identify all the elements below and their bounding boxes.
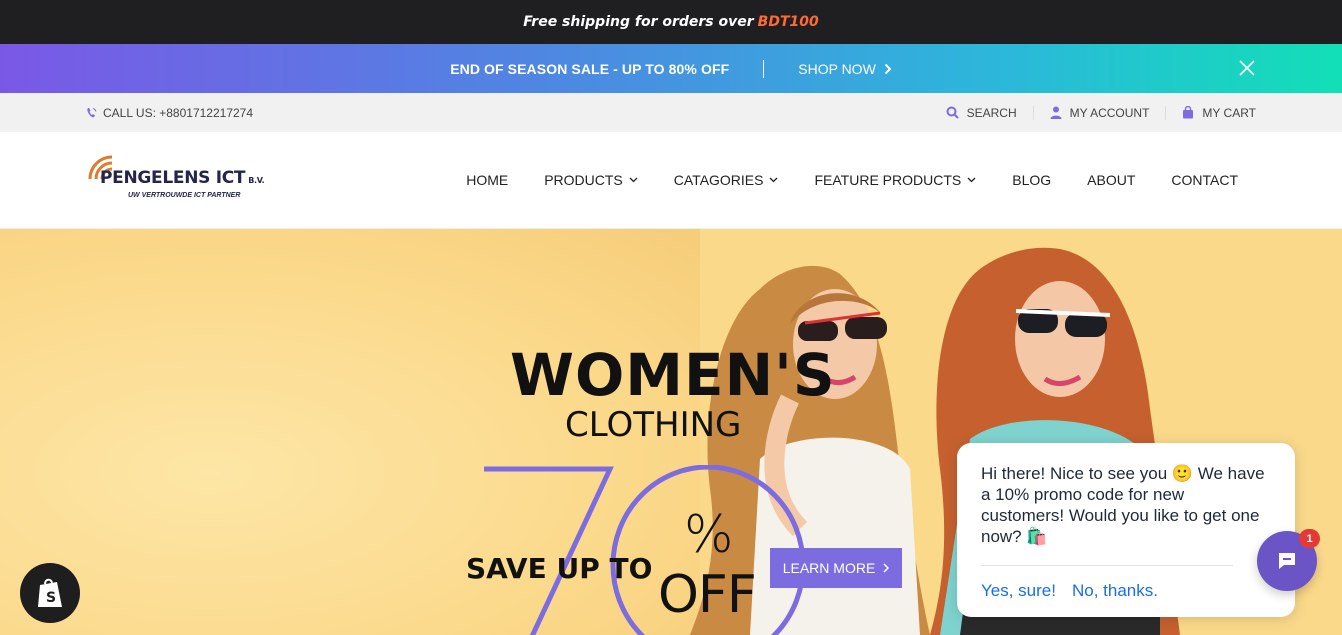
chevron-right-icon [883,563,890,573]
call-us-text: CALL US: +8801712217274 [103,105,254,120]
hero-off: OFF [658,565,757,625]
nav-blog[interactable]: BLOG [1012,172,1051,188]
nav-home[interactable]: HOME [466,172,508,188]
free-shipping-text: Free shipping for orders over [523,14,754,30]
chat-icon [1279,553,1295,569]
logo-brand: PENGELENS ICT B.V. [100,168,265,188]
learn-more-button[interactable]: LEARN MORE [770,548,902,588]
shopify-button[interactable]: S [20,563,80,623]
chat-promo-popup: Hi there! Nice to see you 🙂 We have a 10… [957,443,1295,617]
sale-text: END OF SEASON SALE - UP TO 80% OFF [450,60,730,77]
search-label: SEARCH [966,105,1017,120]
hero-subheadline: CLOTHING [565,405,742,445]
nav-about[interactable]: ABOUT [1087,172,1135,188]
bag-icon [1183,106,1194,119]
my-cart-label: MY CART [1202,105,1256,120]
nav-label: HOME [466,172,509,188]
free-shipping-amount: BDT100 [757,14,819,30]
nav-label: FEATURE PRODUCTS [814,172,962,188]
chevron-down-icon [967,177,976,183]
nav-catagories[interactable]: CATAGORIES [674,172,779,188]
free-shipping-bar: Free shipping for orders over BDT100 [0,0,1342,44]
nav-contact[interactable]: CONTACT [1171,172,1238,188]
chevron-right-icon [884,63,892,74]
my-cart-link[interactable]: MY CART [1165,105,1256,120]
shop-now-link[interactable]: SHOP NOW [798,61,892,77]
shopify-icon: S [38,578,62,607]
chat-unread-badge: 1 [1299,529,1320,548]
nav-label: PRODUCTS [544,172,623,188]
my-account-link[interactable]: MY ACCOUNT [1032,105,1166,120]
hero-save-text: SAVE UP TO [466,552,653,585]
main-header: PENGELENS ICT B.V. UW VERTROUWDE ICT PART… [0,132,1342,229]
chevron-down-icon [629,177,638,183]
phone-icon [87,107,97,117]
chat-actions: Yes, sure! No, thanks. [981,580,1271,601]
call-us[interactable]: CALL US: +8801712217274 [86,106,253,120]
hero-percent: % [684,505,734,565]
utility-bar: CALL US: +8801712217274 SEARCH MY ACCOUN… [0,93,1342,132]
chat-message: Hi there! Nice to see you 🙂 We have a 10… [981,464,1265,546]
logo[interactable]: PENGELENS ICT B.V. UW VERTROUWDE ICT PART… [86,153,271,207]
chat-no-button[interactable]: No, thanks. [1072,580,1158,601]
hero-headline: WOMEN'S [510,341,836,409]
search-link[interactable]: SEARCH [930,106,1033,120]
sale-announcement-bar: END OF SEASON SALE - UP TO 80% OFF SHOP … [0,44,1342,93]
nav-products[interactable]: PRODUCTS [544,172,638,188]
main-nav: HOME PRODUCTS CATAGORIES FEATURE PRODUCT… [466,172,1238,188]
svg-text:S: S [46,590,56,606]
logo-suffix: B.V. [248,176,265,185]
learn-more-label: LEARN MORE [782,560,876,576]
nav-feature-products[interactable]: FEATURE PRODUCTS [814,172,976,188]
nav-label: CONTACT [1171,172,1238,188]
sale-divider [763,59,765,78]
chevron-down-icon [770,177,778,183]
nav-label: CATAGORIES [673,172,764,188]
logo-tagline: UW VERTROUWDE ICT PARTNER [128,192,241,199]
chat-yes-button[interactable]: Yes, sure! [981,580,1056,601]
nav-label: BLOG [1012,172,1052,188]
my-account-label: MY ACCOUNT [1069,105,1150,120]
nav-label: ABOUT [1087,172,1136,188]
search-icon [946,106,959,119]
chat-separator [981,565,1233,566]
user-icon [1050,106,1062,119]
logo-brand-text: PENGELENS ICT [100,168,246,188]
close-icon[interactable] [1238,59,1256,77]
shop-now-label: SHOP NOW [798,60,876,77]
